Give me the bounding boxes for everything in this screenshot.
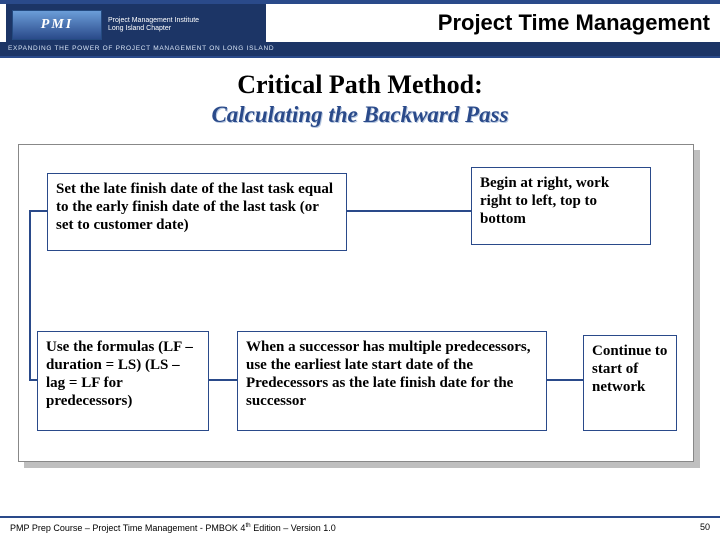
footer-text-post: Edition – Version 1.0 [251,523,336,533]
footer-page-number: 50 [700,522,710,536]
box-text: Continue to start of network [592,343,667,395]
footer-left: PMP Prep Course – Project Time Managemen… [10,522,336,536]
slide-section-title: Project Time Management [438,10,710,36]
pmi-logo-text: Project Management Institute Long Island… [108,17,199,32]
slide-title: Critical Path Method: [0,70,720,100]
slide-subtitle: Calculating the Backward Pass [0,102,720,128]
box-text: Begin at right, work right to left, top … [480,175,609,227]
header-tagline-bar: EXPANDING THE POWER OF PROJECT MANAGEMEN… [0,42,720,56]
header-tagline-text: EXPANDING THE POWER OF PROJECT MANAGEMEN… [0,42,720,56]
content-panel: Set the late finish date of the last tas… [18,144,694,462]
footer-text-pre: PMP Prep Course – Project Time Managemen… [10,523,245,533]
connector-line [29,210,31,380]
box-text: Use the formulas (LF – duration = LS) (L… [46,339,193,409]
header-underline [0,56,720,58]
step-box-set-late-finish: Set the late finish date of the last tas… [47,173,347,251]
step-box-begin-right: Begin at right, work right to left, top … [471,167,651,245]
logo-line1: Project Management Institute [108,17,199,25]
box-text: When a successor has multiple predecesso… [246,339,530,409]
connector-line [209,379,237,381]
pmi-logo-block: PMI Project Management Institute Long Is… [6,4,266,46]
step-box-continue: Continue to start of network [583,335,677,431]
slide-header: PMI Project Management Institute Long Is… [0,0,720,56]
connector-line [29,210,47,212]
step-box-formulas: Use the formulas (LF – duration = LS) (L… [37,331,209,431]
logo-line2: Long Island Chapter [108,25,199,33]
connector-line [547,379,583,381]
pmi-logo-icon: PMI [12,10,102,40]
header-main: PMI Project Management Institute Long Is… [0,4,720,46]
slide-titles: Critical Path Method: Calculating the Ba… [0,70,720,128]
slide-footer: PMP Prep Course – Project Time Managemen… [0,516,720,536]
connector-line [29,379,37,381]
step-box-multiple-predecessors: When a successor has multiple predecesso… [237,331,547,431]
box-text: Set the late finish date of the last tas… [56,181,333,233]
connector-line [347,210,471,212]
